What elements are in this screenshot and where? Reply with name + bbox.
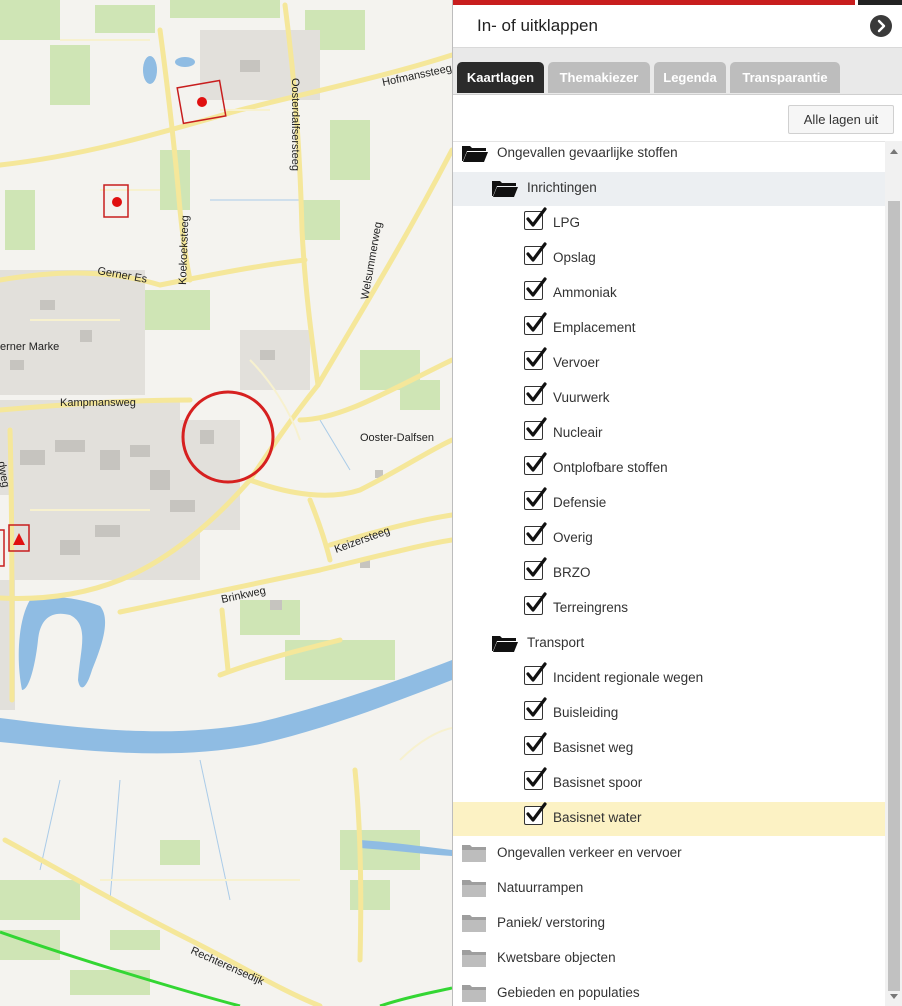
layer-checkbox[interactable]: [524, 522, 547, 545]
street-label-gerner-marke: erner Marke: [0, 341, 59, 353]
tab-transparantie[interactable]: Transparantie: [730, 62, 840, 93]
scroll-down-arrow-icon[interactable]: [890, 994, 898, 999]
layer-item-label: Vuurwerk: [553, 390, 610, 405]
street-label-kampmansweg: Kampmansweg: [60, 397, 136, 409]
street-label-koekoeksteeg: Koekoeksteeg: [177, 215, 191, 285]
layer-group-closed[interactable]: Ongevallen verkeer en vervoer: [453, 837, 885, 871]
folder-open-icon[interactable]: [491, 178, 519, 203]
layer-item-label: Basisnet water: [553, 810, 642, 825]
layer-item[interactable]: Overig: [453, 522, 885, 556]
layer-checkbox[interactable]: [524, 452, 547, 475]
layer-group-closed[interactable]: Gebieden en populaties: [453, 977, 885, 1006]
layer-item[interactable]: Ammoniak: [453, 277, 885, 311]
layer-panel: In- of uitklappen Kaartlagen Themakiezer…: [452, 0, 902, 1006]
layer-checkbox[interactable]: [524, 277, 547, 300]
scroll-up-arrow-icon[interactable]: [890, 149, 898, 154]
layer-item[interactable]: Buisleiding: [453, 697, 885, 731]
tab-kaartlagen[interactable]: Kaartlagen: [457, 62, 544, 93]
layer-checkbox[interactable]: [524, 662, 547, 685]
layer-checkbox[interactable]: [524, 767, 547, 790]
layer-item-label: Basisnet spoor: [553, 775, 643, 790]
layer-checkbox[interactable]: [524, 347, 547, 370]
layer-checkbox[interactable]: [524, 732, 547, 755]
layer-item-label: Defensie: [553, 495, 607, 510]
layer-item-label: Nucleair: [553, 425, 603, 440]
layer-item-label: BRZO: [553, 565, 591, 580]
layer-group-label: Ongevallen verkeer en vervoer: [497, 845, 682, 860]
all-layers-off-button[interactable]: Alle lagen uit: [788, 105, 894, 134]
layer-group-closed[interactable]: Paniek/ verstoring: [453, 907, 885, 941]
folder-closed-icon[interactable]: [461, 913, 487, 938]
layer-item[interactable]: Vuurwerk: [453, 382, 885, 416]
layer-group-label: Kwetsbare objecten: [497, 950, 616, 965]
folder-open-icon[interactable]: [491, 633, 519, 658]
tab-bar: Kaartlagen Themakiezer Legenda Transpara…: [453, 48, 902, 95]
folder-open-icon[interactable]: [461, 143, 489, 168]
place-label-ooster-dalfsen: Ooster-Dalfsen: [360, 432, 434, 444]
layer-subgroup-label: Inrichtingen: [527, 180, 597, 195]
scrollbar[interactable]: [885, 141, 902, 1006]
layer-item[interactable]: Incident regionale wegen: [453, 662, 885, 696]
layer-group-ongevallen-gevaarlijke-stoffen[interactable]: Ongevallen gevaarlijke stoffen: [453, 137, 885, 171]
layer-checkbox[interactable]: [524, 242, 547, 265]
layer-item[interactable]: Basisnet spoor: [453, 767, 885, 801]
map-view[interactable]: Hofmanssteeg Oosterdalfsersteeg Koekoeks…: [0, 0, 452, 1006]
layer-item-label: Terreingrens: [553, 600, 629, 615]
layer-item-label: LPG: [553, 215, 581, 230]
panel-header[interactable]: In- of uitklappen: [453, 5, 902, 48]
chevron-right-circle-icon[interactable]: [870, 15, 892, 37]
layer-checkbox[interactable]: [524, 697, 547, 720]
layer-checkbox[interactable]: [524, 557, 547, 580]
layer-group-label: Natuurrampen: [497, 880, 584, 895]
layer-item[interactable]: Basisnet water: [453, 802, 885, 836]
panel-toolbar: Alle lagen uit: [453, 95, 902, 142]
panel-toggle-title[interactable]: In- of uitklappen: [477, 16, 598, 36]
layer-group-closed[interactable]: Natuurrampen: [453, 872, 885, 906]
layer-subgroup-inrichtingen[interactable]: Inrichtingen: [453, 172, 885, 206]
map-canvas[interactable]: Hofmanssteeg Oosterdalfsersteeg Koekoeks…: [0, 0, 452, 1006]
layer-item-label: Basisnet weg: [553, 740, 634, 755]
layer-item[interactable]: Opslag: [453, 242, 885, 276]
layer-item-label: Overig: [553, 530, 593, 545]
layer-item[interactable]: Ontplofbare stoffen: [453, 452, 885, 486]
layer-checkbox[interactable]: [524, 312, 547, 335]
layer-item-label: Vervoer: [553, 355, 600, 370]
street-label-oosterdalfsersteeg: Oosterdalfsersteeg: [289, 78, 301, 171]
layer-item[interactable]: Nucleair: [453, 417, 885, 451]
layer-item[interactable]: BRZO: [453, 557, 885, 591]
layer-item[interactable]: Terreingrens: [453, 592, 885, 626]
layer-subgroup-transport[interactable]: Transport: [453, 627, 885, 661]
layer-item-label: Ontplofbare stoffen: [553, 460, 668, 475]
layer-group-label: Paniek/ verstoring: [497, 915, 606, 930]
layer-item[interactable]: Defensie: [453, 487, 885, 521]
layer-group-label: Ongevallen gevaarlijke stoffen: [497, 145, 678, 160]
layer-item[interactable]: LPG: [453, 207, 885, 241]
layer-checkbox[interactable]: [524, 417, 547, 440]
layer-item-label: Opslag: [553, 250, 596, 265]
layer-checkbox[interactable]: [524, 487, 547, 510]
folder-closed-icon[interactable]: [461, 983, 487, 1006]
layer-group-label: Gebieden en populaties: [497, 985, 640, 1000]
folder-closed-icon[interactable]: [461, 948, 487, 973]
layer-subgroup-label: Transport: [527, 635, 585, 650]
scrollbar-thumb[interactable]: [888, 201, 900, 991]
folder-closed-icon[interactable]: [461, 878, 487, 903]
tab-themakiezer[interactable]: Themakiezer: [548, 62, 650, 93]
layer-item-label: Incident regionale wegen: [553, 670, 704, 685]
layer-item-label: Ammoniak: [553, 285, 617, 300]
layer-item[interactable]: Emplacement: [453, 312, 885, 346]
layer-checkbox[interactable]: [524, 592, 547, 615]
layer-checkbox[interactable]: [524, 382, 547, 405]
layer-checkbox[interactable]: [524, 802, 547, 825]
facility-marker-dot[interactable]: [112, 197, 122, 207]
tab-legenda[interactable]: Legenda: [654, 62, 726, 93]
layer-group-closed[interactable]: Kwetsbare objecten: [453, 942, 885, 976]
layer-item-label: Emplacement: [553, 320, 636, 335]
facility-marker-dot[interactable]: [197, 97, 207, 107]
layer-item-label: Buisleiding: [553, 705, 619, 720]
folder-closed-icon[interactable]: [461, 843, 487, 868]
layer-item[interactable]: Vervoer: [453, 347, 885, 381]
layer-checkbox[interactable]: [524, 207, 547, 230]
layer-item[interactable]: Basisnet weg: [453, 732, 885, 766]
